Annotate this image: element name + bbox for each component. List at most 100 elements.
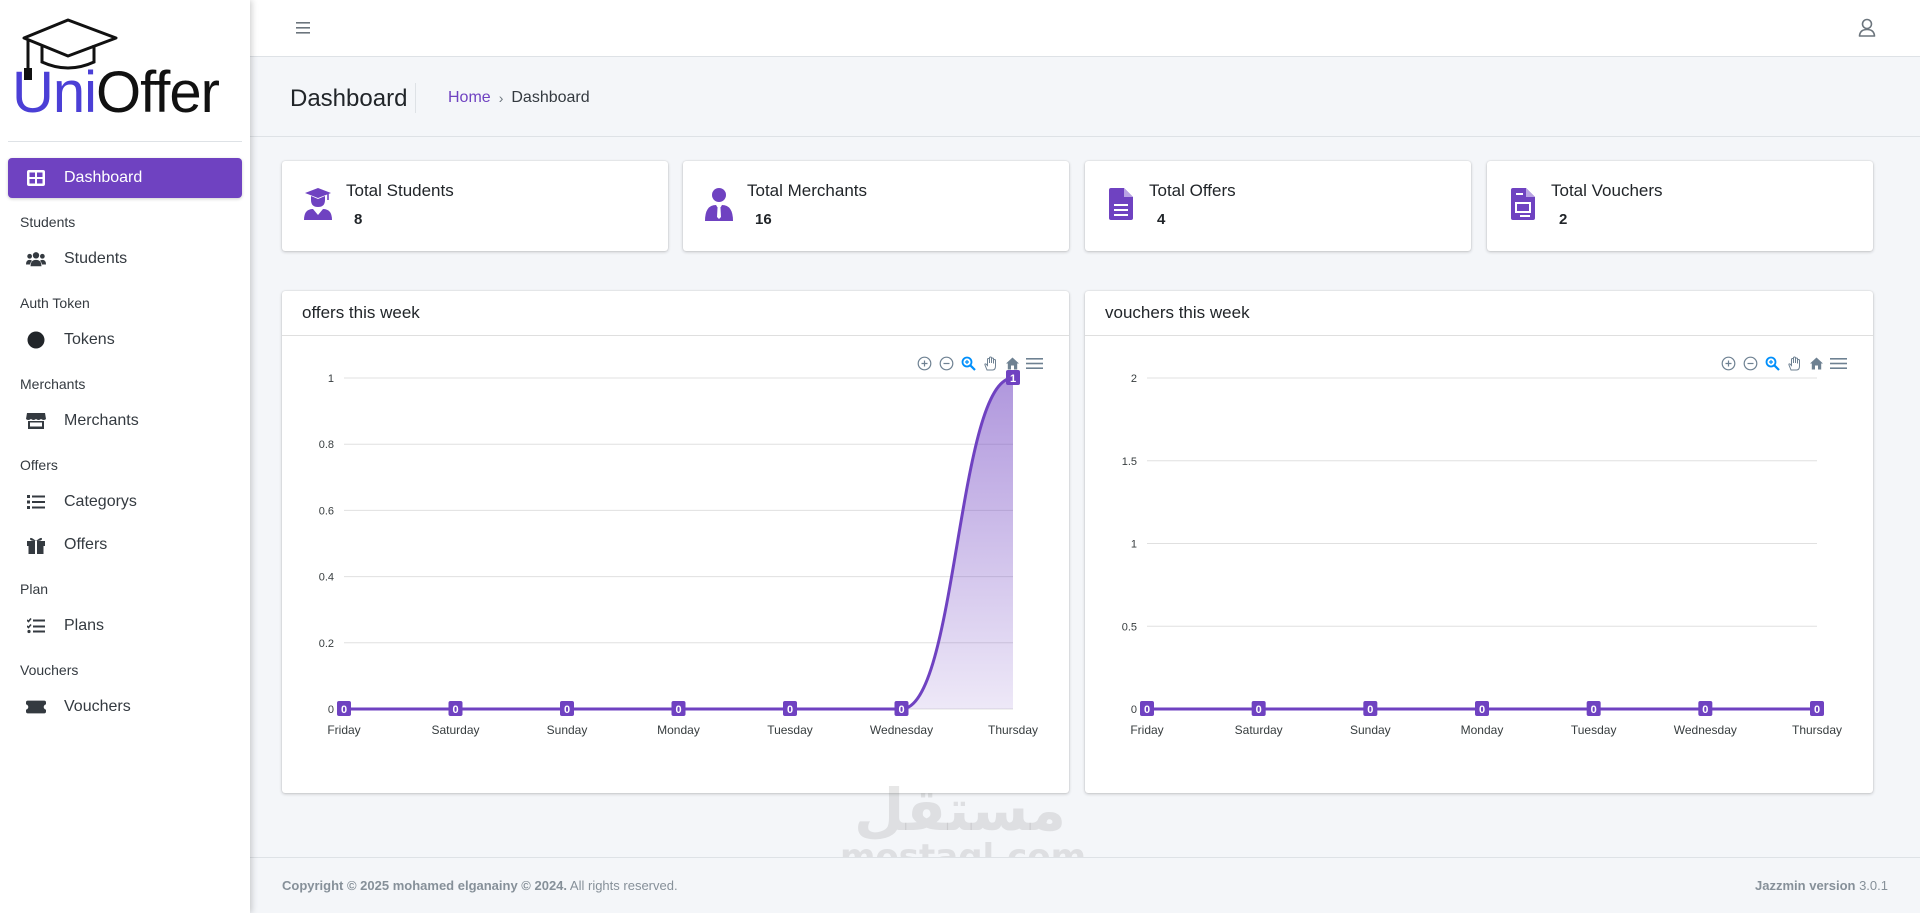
sidebar-item-tokens[interactable]: Tokens	[8, 320, 242, 360]
x-tick-label: Monday	[657, 723, 700, 737]
breadcrumb: Home › Dashboard	[448, 89, 590, 107]
file-icon	[1103, 186, 1139, 222]
y-tick-label: 2	[1131, 373, 1137, 385]
dashboard-icon	[26, 168, 46, 188]
y-tick-label: 0.8	[319, 439, 334, 451]
svg-text:0: 0	[1814, 704, 1820, 716]
x-tick-label: Saturday	[1235, 723, 1283, 737]
stat-value: 16	[755, 211, 772, 228]
y-tick-label: 0.4	[319, 572, 334, 584]
svg-text:0: 0	[898, 704, 904, 716]
sidebar-item-label: Vouchers	[64, 698, 131, 715]
x-tick-label: Monday	[1461, 723, 1504, 737]
svg-text:0: 0	[564, 704, 570, 716]
svg-text:0: 0	[1144, 704, 1150, 716]
vouchers-chart: 0 0.5 1 1.5 2 0 Friday 0 Saturday 0 Sunday 0 Monday 0…	[1122, 373, 1842, 737]
x-tick-label: Friday	[327, 723, 360, 737]
brand-logo[interactable]: UniOffer	[8, 0, 242, 142]
sidebar-item-label: Categorys	[64, 493, 137, 510]
svg-text:0: 0	[1479, 704, 1485, 716]
stat-label: Total Students	[346, 181, 454, 200]
sidebar-item-offers[interactable]: Offers	[8, 525, 242, 565]
data-label: 0	[1810, 701, 1824, 716]
svg-text:0: 0	[452, 704, 458, 716]
sidebar-item-label: Tokens	[64, 331, 115, 348]
sidebar-item-students[interactable]: Students	[8, 239, 242, 279]
footer: Copyright © 2025 mohamed elganainy © 202…	[250, 857, 1920, 913]
stat-label: Total Offers	[1149, 181, 1236, 200]
data-label: 0	[448, 701, 463, 716]
brand-logo-text: UniOffer	[12, 60, 220, 125]
stat-label: Total Vouchers	[1551, 181, 1663, 200]
sidebar-section-header: Auth Token	[20, 295, 90, 311]
x-tick-label: Wednesday	[1674, 723, 1737, 737]
copyright-bold: Copyright © 2025 mohamed elganainy © 202…	[282, 878, 568, 893]
version-label: Jazzmin version	[1755, 878, 1856, 893]
data-label: 0	[671, 701, 686, 716]
y-tick-label: 0.5	[1122, 621, 1137, 633]
voucher-file-icon	[1505, 186, 1541, 222]
sidebar-item-merchants[interactable]: Merchants	[8, 401, 242, 441]
circle-icon	[26, 330, 46, 350]
data-label: 0	[783, 701, 797, 716]
breadcrumb-separator: ›	[498, 90, 504, 106]
sidebar-item-plans[interactable]: Plans	[8, 606, 242, 646]
sidebar-item-label: Plans	[64, 617, 105, 634]
series-line	[344, 376, 1014, 711]
y-tick-label: 0	[328, 704, 334, 716]
page-title: Dashboard	[290, 85, 408, 112]
stat-box-students: Total Students 8	[282, 161, 668, 251]
x-tick-label: Tuesday	[1571, 723, 1617, 737]
header-divider	[415, 83, 416, 113]
stat-box-vouchers: Total Vouchers 2	[1487, 161, 1873, 251]
svg-text:0: 0	[1591, 704, 1597, 716]
stat-value: 4	[1157, 211, 1166, 228]
svg-text:0: 0	[787, 704, 793, 716]
svg-text:0: 0	[1702, 704, 1708, 716]
svg-text:0: 0	[1367, 704, 1373, 716]
copyright-rest: All rights reserved.	[567, 878, 678, 893]
sidebar-item-label: Students	[64, 250, 128, 267]
graduate-icon	[300, 186, 336, 222]
y-tick-label: 0.2	[319, 638, 334, 650]
user-account-icon[interactable]	[1856, 17, 1878, 39]
sidebar: UniOffer Dashboard Students Students Auth T…	[0, 0, 250, 913]
sidebar-section-header: Plan	[20, 581, 49, 597]
sidebar-section-header: Offers	[20, 457, 58, 473]
sidebar-nav: Dashboard Students Students Auth Token Token…	[0, 142, 250, 727]
series-area	[344, 378, 1013, 709]
y-tick-label: 1	[1131, 539, 1137, 551]
x-tick-label: Thursday	[988, 723, 1038, 737]
svg-text:1: 1	[1010, 373, 1016, 385]
sidebar-item-label: Merchants	[64, 412, 139, 429]
x-tick-label: Saturday	[431, 723, 479, 737]
list-icon	[26, 492, 46, 512]
data-label: 0	[337, 701, 351, 716]
sidebar-section-header: Students	[20, 214, 76, 230]
data-label: 0	[1363, 701, 1378, 716]
breadcrumb-home-link[interactable]: Home	[448, 89, 491, 107]
x-tick-label: Tuesday	[767, 723, 813, 737]
store-icon	[26, 411, 46, 431]
topbar	[250, 0, 1920, 57]
brand-offer: Offer	[96, 60, 220, 125]
sidebar-item-dashboard[interactable]: Dashboard	[8, 158, 242, 198]
offers-chart: 0 0.2 0.4 0.6 0.8 1 0 Friday 0 Saturday 0 Sunday 0 Mo…	[319, 370, 1038, 737]
sidebar-item-vouchers[interactable]: Vouchers	[8, 687, 242, 727]
y-tick-label: 1.5	[1122, 456, 1137, 468]
chart-title: offers this week	[282, 291, 1069, 336]
sidebar-item-label: Offers	[64, 536, 108, 553]
stat-box-merchants: Total Merchants 16	[683, 161, 1069, 251]
offers-chart-card: offers this week 0 0.2 0.4 0.6 0.8 1 0 Friday 0 S…	[282, 291, 1069, 793]
stat-box-offers: Total Offers 4	[1085, 161, 1471, 251]
brand-uni: Uni	[12, 60, 97, 125]
x-tick-label: Thursday	[1792, 723, 1842, 737]
hamburger-menu-icon[interactable]	[294, 18, 314, 38]
sidebar-item-categorys[interactable]: Categorys	[8, 482, 242, 522]
footer-copyright: Copyright © 2025 mohamed elganainy © 202…	[282, 878, 678, 893]
y-tick-label: 1	[328, 373, 334, 385]
users-icon	[26, 249, 46, 269]
x-tick-label: Sunday	[1350, 723, 1391, 737]
tasks-icon	[26, 616, 46, 636]
svg-text:0: 0	[675, 704, 681, 716]
